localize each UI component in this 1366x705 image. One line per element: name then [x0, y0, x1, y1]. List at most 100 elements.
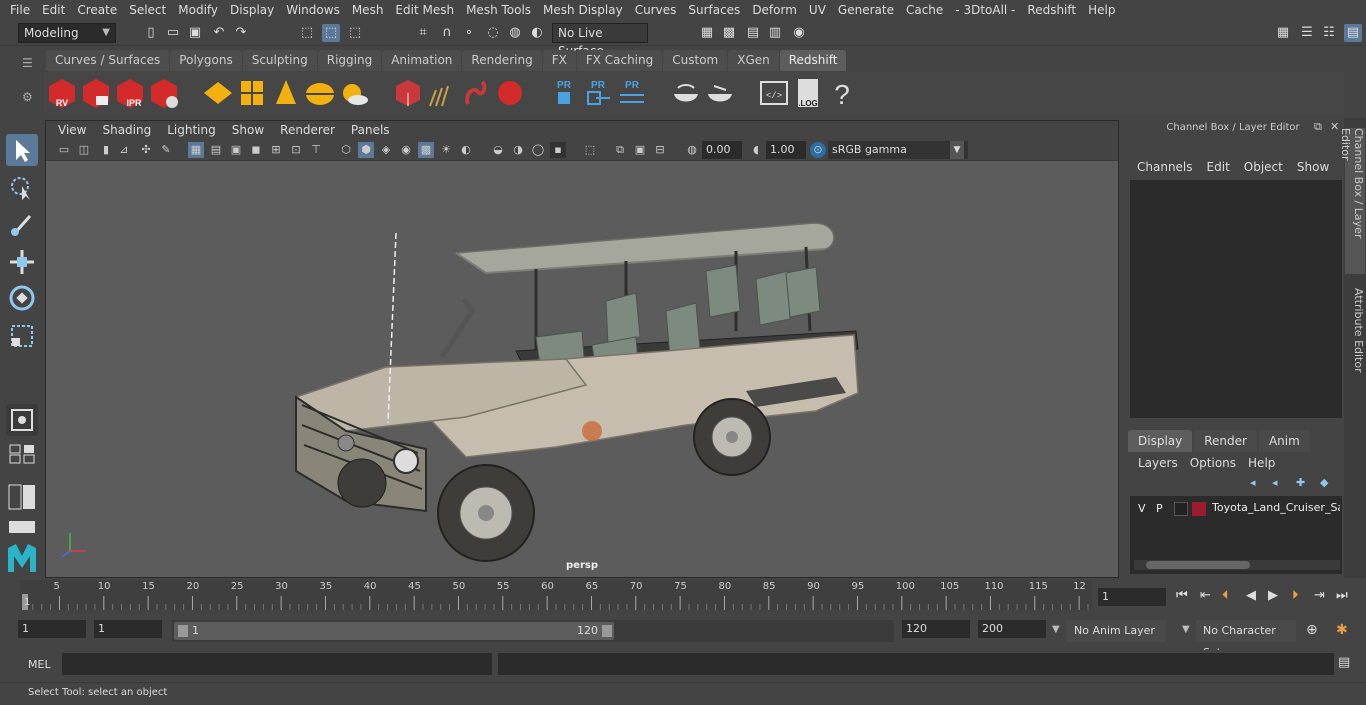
menu-uv[interactable]: UV [803, 3, 832, 17]
layer-tab-render[interactable]: Render [1194, 430, 1257, 452]
rotate-tool-icon[interactable] [6, 282, 38, 314]
shelf-tab-animation[interactable]: Animation [382, 50, 462, 71]
proxy-cube-icon[interactable] [392, 76, 424, 110]
layer-display-type[interactable] [1174, 502, 1188, 516]
go-to-start-icon[interactable]: ⏮ [1176, 588, 1188, 603]
resolution-gate-icon[interactable]: ▣ [228, 142, 244, 158]
scrollbar-thumb[interactable] [1146, 561, 1250, 569]
pr-export-icon[interactable]: PR [582, 76, 614, 110]
color-management-icon[interactable]: ⊙ [810, 142, 826, 158]
viewport-menu-lighting[interactable]: Lighting [159, 123, 224, 137]
toggle-attribute-icon[interactable]: ☷ [1320, 24, 1338, 42]
snap-curve-icon[interactable]: ∩ [438, 24, 456, 42]
channel-menu-show[interactable]: Show [1290, 160, 1336, 174]
volume-icon[interactable] [460, 76, 492, 110]
select-hierarchy-icon[interactable]: ⬚ [298, 24, 316, 42]
close-icon[interactable]: ✕ [1330, 120, 1339, 133]
select-object-icon[interactable]: ⬚ [322, 24, 340, 42]
lasso-tool-icon[interactable] [6, 172, 38, 204]
grid-icon[interactable]: ▦ [188, 142, 204, 158]
shelf-tab-curves-surfaces[interactable]: Curves / Surfaces [46, 50, 170, 71]
current-frame-field[interactable]: 1 [1098, 588, 1166, 606]
select-component-icon[interactable]: ⬚ [346, 24, 364, 42]
shelf-menu-icon[interactable]: ☰ [22, 56, 33, 70]
help-icon[interactable]: ? [826, 76, 858, 110]
pr-box-icon[interactable]: PR [548, 76, 580, 110]
menu-curves[interactable]: Curves [629, 3, 683, 17]
channel-menu-object[interactable]: Object [1237, 160, 1290, 174]
paint-select-icon[interactable] [6, 208, 38, 240]
shelf-tab-sculpting[interactable]: Sculpting [242, 50, 317, 71]
new-scene-icon[interactable]: ▯ [142, 24, 160, 42]
menu-generate[interactable]: Generate [832, 3, 900, 17]
play-forward-icon[interactable]: ▶ [1268, 588, 1278, 603]
shelf-settings-icon[interactable]: ⚙ [22, 90, 33, 104]
go-to-end-icon[interactable]: ⏭ [1336, 588, 1348, 603]
open-scene-icon[interactable]: ▭ [164, 24, 182, 42]
redo-icon[interactable]: ↷ [232, 24, 250, 42]
redshift-batch-icon[interactable] [80, 76, 112, 110]
command-input[interactable] [62, 653, 492, 675]
viewport-menu-panels[interactable]: Panels [343, 123, 398, 137]
area-light-icon[interactable] [202, 76, 234, 110]
menu-edit[interactable]: Edit [36, 3, 71, 17]
hair-object-icon[interactable] [426, 76, 458, 110]
hypershade-icon[interactable]: ◉ [790, 24, 808, 42]
scene-end-field[interactable]: 200 [978, 620, 1046, 638]
smooth-shade-icon[interactable]: ⬢ [358, 142, 374, 158]
chevron-down-icon[interactable]: ▼ [1182, 624, 1190, 635]
use-all-lights-icon[interactable]: ▩ [418, 142, 434, 158]
film-gate-icon[interactable]: ▤ [208, 142, 224, 158]
channel-menu-channels[interactable]: Channels [1130, 160, 1200, 174]
menu-create[interactable]: Create [71, 3, 123, 17]
animation-prefs-icon[interactable]: ✱ [1336, 622, 1348, 638]
live-surface-field[interactable]: No Live Surface [552, 23, 648, 58]
auto-key-icon[interactable]: ⊕ [1306, 622, 1318, 638]
bowl-shader-icon[interactable] [670, 76, 702, 110]
render-frame-icon[interactable]: ▩ [720, 24, 738, 42]
viewport-menu-show[interactable]: Show [224, 123, 272, 137]
render-settings-icon[interactable]: ▦ [698, 24, 716, 42]
menu-surfaces[interactable]: Surfaces [682, 3, 746, 17]
shelf-tab-fx[interactable]: FX [542, 50, 576, 71]
layer-visibility[interactable]: V [1138, 502, 1146, 515]
bookmark-icon[interactable]: ▮ [98, 142, 114, 158]
shelf-tab-polygons[interactable]: Polygons [170, 50, 242, 71]
command-language-label[interactable]: MEL [28, 658, 51, 671]
range-slider[interactable]: 1 120 [172, 620, 894, 642]
move-tool-icon[interactable] [6, 246, 38, 278]
shelf-tab-redshift[interactable]: Redshift [779, 50, 847, 71]
xray-components-icon[interactable]: ▣ [632, 142, 648, 158]
scale-tool-icon[interactable] [6, 320, 38, 352]
safe-title-icon[interactable]: ⊤ [308, 142, 324, 158]
spot-light-icon[interactable] [270, 76, 302, 110]
move-layer-up-icon[interactable]: ◂ [1250, 476, 1256, 489]
camera-attributes-icon[interactable]: ◫ [76, 142, 92, 158]
menu-help[interactable]: Help [1082, 3, 1121, 17]
layer-scrollbar[interactable] [1134, 560, 1340, 570]
viewport-scene[interactable]: persp [46, 161, 1118, 577]
step-forward-key-icon[interactable]: ⇥ [1314, 588, 1325, 603]
anti-alias-icon[interactable]: ◑ [510, 142, 526, 158]
menu-mesh-tools[interactable]: Mesh Tools [460, 3, 537, 17]
script-editor-button-icon[interactable]: ▤ [1338, 655, 1350, 670]
depth-of-field-icon[interactable]: ◯ [530, 142, 546, 158]
channel-box-list[interactable] [1130, 180, 1342, 418]
log-file-icon[interactable]: .LOG [792, 76, 824, 110]
soft-select-icon[interactable] [6, 404, 38, 436]
image-plane-icon[interactable]: ⊿ [116, 142, 132, 158]
menu-edit-mesh[interactable]: Edit Mesh [389, 3, 460, 17]
vehicle-model[interactable] [46, 161, 1118, 577]
layout-outliner-icon[interactable] [6, 518, 38, 536]
redshift-ipr-icon[interactable]: IPR [114, 76, 146, 110]
range-slider-handle[interactable]: 1 120 [174, 622, 614, 640]
playback-end-field[interactable]: 120 [902, 620, 970, 638]
snap-surface-icon[interactable]: ◍ [506, 24, 524, 42]
time-ticks[interactable]: 5 10 15 20 25 30 35 40 45 50 55 60 65 70 75 80 85 90 95 100… [20, 580, 1092, 610]
toggle-channel-box-icon[interactable]: ▤ [1344, 24, 1362, 42]
layer-menu-options[interactable]: Options [1184, 456, 1242, 470]
snap-view-icon[interactable]: ◌ [484, 24, 502, 42]
menu-redshift[interactable]: Redshift [1021, 3, 1082, 17]
isolate-select-icon[interactable]: ▪ [550, 142, 566, 158]
shelf-tab-rendering[interactable]: Rendering [462, 50, 542, 71]
